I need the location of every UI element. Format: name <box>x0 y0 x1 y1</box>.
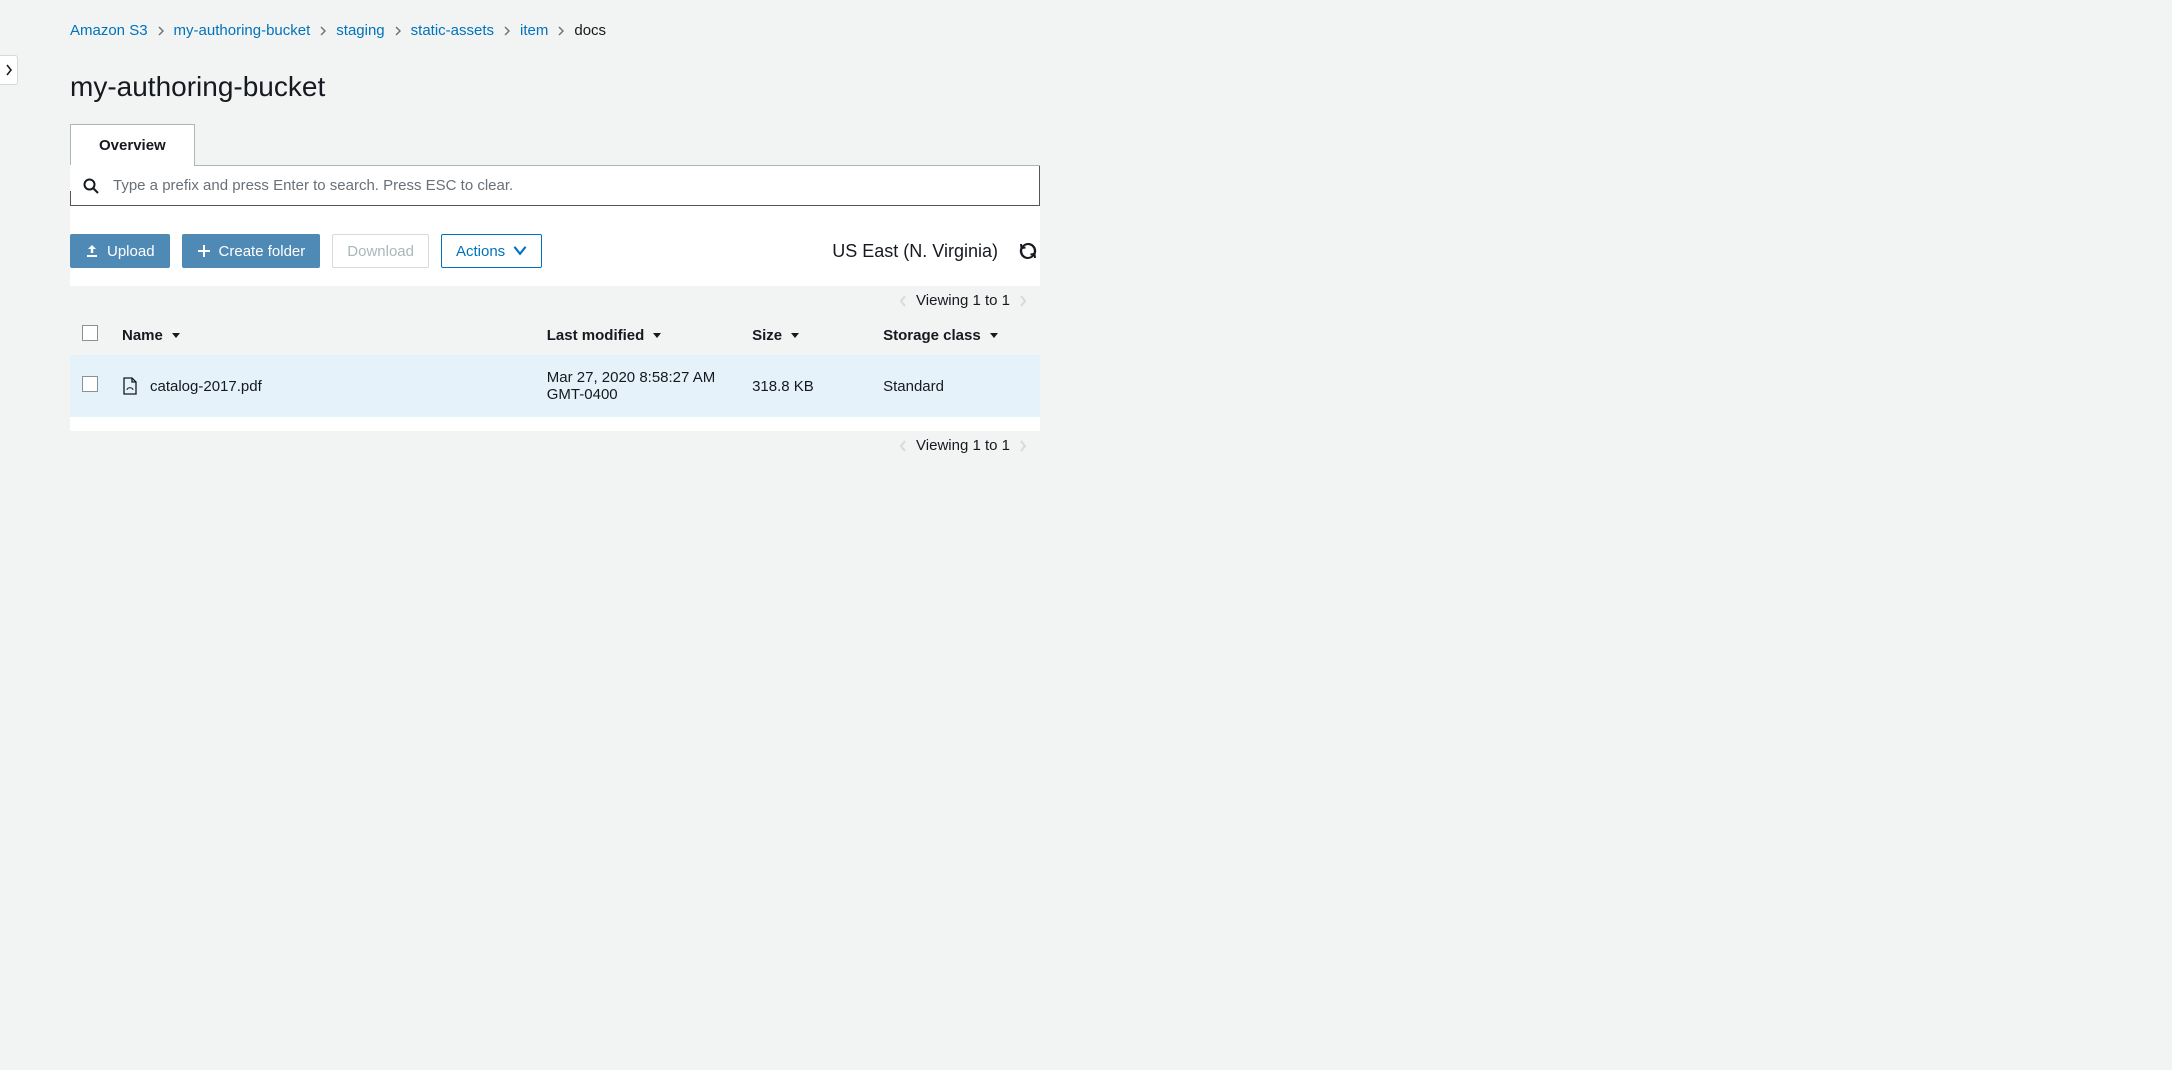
caret-down-icon <box>790 332 800 340</box>
column-header-size[interactable]: Size <box>740 315 871 355</box>
column-header-storage-class[interactable]: Storage class <box>871 315 1040 355</box>
page-title: my-authoring-bucket <box>70 71 1040 103</box>
column-header-name[interactable]: Name <box>110 315 535 355</box>
breadcrumb: Amazon S3 my-authoring-bucket staging st… <box>70 18 1040 39</box>
chevron-right-icon <box>318 26 328 36</box>
breadcrumb-link[interactable]: item <box>520 22 548 39</box>
page-next[interactable] <box>1018 440 1028 452</box>
chevron-right-icon <box>393 26 403 36</box>
breadcrumb-link[interactable]: static-assets <box>411 22 494 39</box>
page-prev[interactable] <box>898 440 908 452</box>
row-checkbox[interactable] <box>82 376 98 392</box>
search-input[interactable] <box>113 177 1027 194</box>
search-box <box>70 166 1040 206</box>
create-folder-label: Create folder <box>219 244 306 259</box>
breadcrumb-link[interactable]: my-authoring-bucket <box>174 22 311 39</box>
upload-icon <box>85 244 99 258</box>
column-header-storage-class-label: Storage class <box>883 327 981 344</box>
object-last-modified: Mar 27, 2020 8:58:27 AM GMT-0400 <box>535 355 740 417</box>
download-button: Download <box>332 234 429 268</box>
actions-dropdown[interactable]: Actions <box>441 234 542 268</box>
column-header-last-modified-label: Last modified <box>547 327 645 344</box>
toolbar: Upload Create folder Download Actions <box>70 206 1040 286</box>
paging-bar-bottom: Viewing 1 to 1 <box>70 431 1040 460</box>
caret-down-icon <box>652 332 662 340</box>
column-header-size-label: Size <box>752 327 782 344</box>
caret-down-icon <box>171 332 181 340</box>
paging-text: Viewing 1 to 1 <box>916 292 1010 309</box>
region-label: US East (N. Virginia) <box>832 241 998 262</box>
page-prev[interactable] <box>898 295 908 307</box>
objects-table: Name Last modified Size Storage cla <box>70 315 1040 417</box>
object-size: 318.8 KB <box>740 355 871 417</box>
tab-bar: Overview <box>70 123 1040 166</box>
breadcrumb-link[interactable]: Amazon S3 <box>70 22 148 39</box>
file-pdf-icon <box>122 377 138 395</box>
breadcrumb-link[interactable]: staging <box>336 22 384 39</box>
chevron-right-icon <box>5 64 13 76</box>
actions-label: Actions <box>456 244 505 259</box>
upload-button[interactable]: Upload <box>70 234 170 268</box>
breadcrumb-current: docs <box>574 22 606 39</box>
table-row[interactable]: catalog-2017.pdf Mar 27, 2020 8:58:27 AM… <box>70 355 1040 417</box>
caret-down-icon <box>989 332 999 340</box>
chevron-right-icon <box>156 26 166 36</box>
left-sidebar-toggle[interactable] <box>0 55 18 85</box>
object-name[interactable]: catalog-2017.pdf <box>150 378 262 395</box>
create-folder-button[interactable]: Create folder <box>182 234 321 268</box>
page-next[interactable] <box>1018 295 1028 307</box>
column-header-name-label: Name <box>122 327 163 344</box>
paging-text: Viewing 1 to 1 <box>916 437 1010 454</box>
chevron-down-icon <box>513 244 527 258</box>
download-label: Download <box>347 244 414 259</box>
object-storage-class: Standard <box>871 355 1040 417</box>
upload-label: Upload <box>107 244 155 259</box>
plus-icon <box>197 244 211 258</box>
refresh-button[interactable] <box>1016 239 1040 263</box>
paging-bar-top: Viewing 1 to 1 <box>70 286 1040 315</box>
select-all-checkbox[interactable] <box>82 325 98 341</box>
column-header-last-modified[interactable]: Last modified <box>535 315 740 355</box>
chevron-right-icon <box>556 26 566 36</box>
search-icon <box>83 178 99 194</box>
tab-overview[interactable]: Overview <box>70 124 195 166</box>
refresh-icon <box>1019 242 1037 260</box>
chevron-right-icon <box>502 26 512 36</box>
